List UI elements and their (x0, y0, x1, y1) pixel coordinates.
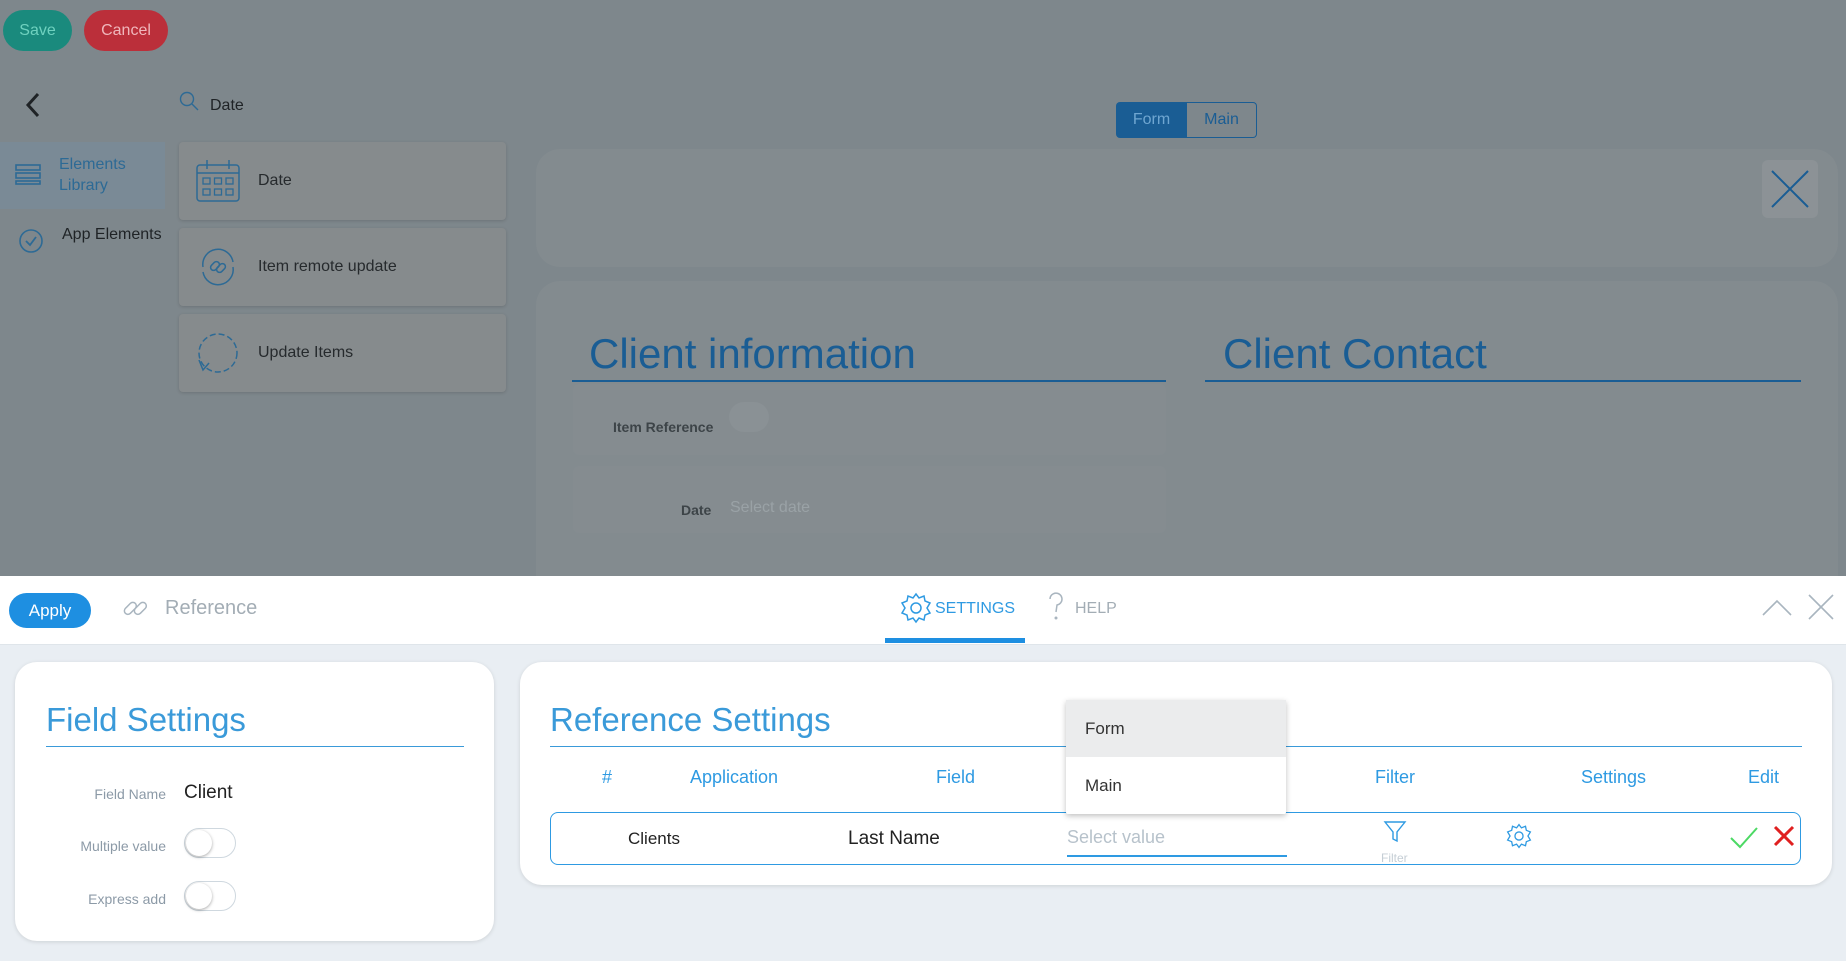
search-icon (178, 90, 200, 112)
form-header-panel (536, 149, 1838, 267)
column-header-application: Application (690, 767, 779, 787)
collapse-up-icon[interactable] (1761, 597, 1793, 617)
library-card-date[interactable]: Date (179, 142, 506, 220)
tab-help[interactable]: HELP (1075, 600, 1117, 618)
view-select-dropdown: Form Main (1066, 700, 1286, 814)
toggle-knob (186, 883, 212, 909)
reference-settings-title: Reference Settings (550, 701, 831, 738)
close-icon[interactable] (1807, 593, 1835, 621)
link-icon (121, 594, 149, 622)
refresh-circle-icon (195, 330, 241, 376)
link-refresh-icon (195, 244, 241, 290)
field-name-label: Field Name (94, 786, 166, 802)
sidebar-item-label: Elements Library (59, 156, 126, 194)
table-row: Clients Last Name Select value Filter (550, 812, 1801, 865)
column-header-settings: Settings (1581, 767, 1647, 787)
date-input[interactable]: Select date (730, 499, 810, 517)
section-title: Client Contact (1223, 330, 1487, 377)
save-button[interactable]: Save (3, 10, 72, 51)
field-name-value[interactable]: Client (184, 782, 233, 804)
gear-icon (900, 592, 932, 624)
active-tab-indicator (885, 638, 1025, 643)
card-divider (46, 746, 464, 747)
column-header-field: Field (936, 767, 976, 787)
row-field: Last Name (848, 828, 940, 849)
form-field-date[interactable]: Date Select date (573, 466, 1166, 533)
toggle-knob (186, 830, 212, 856)
question-icon (1045, 590, 1067, 624)
cancel-button[interactable]: Cancel (84, 10, 168, 51)
toggle-switch[interactable] (729, 402, 769, 432)
view-select[interactable]: Select value (1067, 827, 1287, 857)
view-tab-main[interactable]: Main (1187, 102, 1257, 138)
tab-settings[interactable]: SETTINGS (935, 600, 1015, 618)
filter-icon[interactable] (1383, 819, 1407, 843)
element-name: Reference (165, 597, 258, 619)
sidebar-item-elements-library[interactable]: Elements Library (0, 142, 165, 209)
section-divider (1205, 380, 1801, 382)
sidebar-item-app-elements[interactable]: App Elements (0, 218, 165, 278)
calendar-icon (195, 158, 241, 204)
filter-label: Filter (1381, 851, 1408, 865)
form-field-item-reference[interactable]: Item Reference (573, 384, 1166, 455)
library-card-label: Date (258, 172, 292, 189)
layers-icon (15, 161, 41, 187)
section-title: Client information (589, 330, 916, 377)
reject-x-icon[interactable] (1773, 825, 1795, 847)
field-label: Item Reference (613, 419, 714, 435)
apply-button[interactable]: Apply (9, 593, 91, 628)
express-add-label: Express add (88, 891, 166, 907)
library-search-input[interactable]: Date (210, 97, 244, 115)
close-icon (1770, 169, 1810, 209)
library-card-item-remote-update[interactable]: Item remote update (179, 228, 506, 306)
column-header-filter: Filter (1375, 767, 1415, 787)
view-tab-form[interactable]: Form (1116, 102, 1187, 138)
gear-icon[interactable] (1506, 823, 1532, 849)
view-select-placeholder: Select value (1067, 827, 1166, 847)
multiple-value-toggle[interactable] (184, 828, 236, 858)
column-header-index: # (602, 767, 613, 787)
dropdown-option-main[interactable]: Main (1066, 757, 1286, 814)
back-arrow-icon[interactable] (22, 90, 46, 120)
section-divider (572, 380, 1166, 382)
column-header-edit: Edit (1748, 767, 1780, 787)
multiple-value-label: Multiple value (80, 838, 166, 854)
dropdown-option-form[interactable]: Form (1066, 700, 1286, 757)
library-card-label: Update Items (258, 344, 354, 361)
check-circle-icon (18, 228, 44, 254)
library-card-update-items[interactable]: Update Items (179, 314, 506, 392)
confirm-check-icon[interactable] (1729, 825, 1759, 851)
field-label: Date (681, 502, 712, 518)
row-application: Clients (628, 829, 680, 848)
sidebar-item-label: App Elements (62, 226, 162, 243)
close-preview-button[interactable] (1762, 160, 1818, 218)
field-settings-title: Field Settings (46, 701, 246, 738)
library-card-label: Item remote update (258, 258, 397, 275)
express-add-toggle[interactable] (184, 881, 236, 911)
